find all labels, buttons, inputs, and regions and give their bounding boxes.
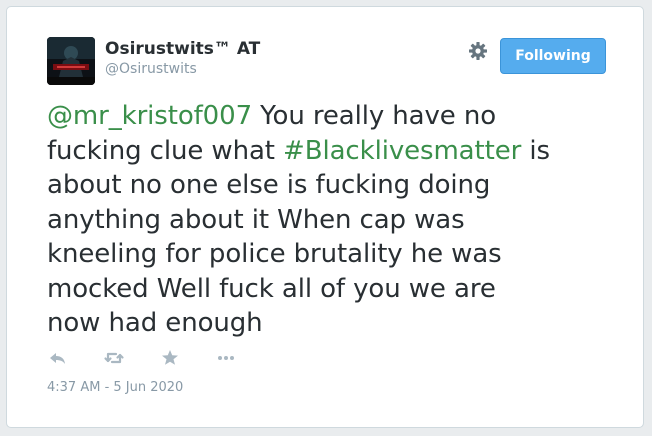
tweet-text-fragment: is [521,135,550,166]
tweet-line: anything about it When cap was [47,204,465,235]
more-icon[interactable] [215,347,237,369]
user-handle[interactable]: @Osirustwits [105,61,197,77]
tweet-text: @mr_kristof007 You really have no fuckin… [47,99,622,341]
tweet-line: mocked Well fuck all of you we are [47,273,496,304]
tweet-timestamp[interactable]: 4:37 AM - 5 Jun 2020 [47,380,183,395]
tweet-line: about no one else is fucking doing [47,170,491,200]
mention-link[interactable]: @mr_kristof007 [47,101,252,131]
following-button[interactable]: Following [500,38,606,74]
tweet-line: now had enough [47,308,263,338]
tweet-card: Osirustwits™ AT @Osirustwits Following @… [6,6,644,428]
favorite-icon[interactable] [159,347,181,369]
gear-icon[interactable] [468,41,488,61]
tweet-line: kneeling for police brutality he was [47,239,502,269]
avatar-image [47,37,95,85]
tweet-text-fragment: fucking clue what [47,135,284,166]
retweet-icon[interactable] [103,347,125,369]
hashtag-link[interactable]: #Blacklivesmatter [283,136,521,166]
tweet-text-fragment: You really have no [252,101,497,131]
tweet-line: fucking clue what #Blacklivesmatter is [47,134,622,169]
user-avatar[interactable] [47,37,95,85]
display-name[interactable]: Osirustwits™ AT [105,39,260,59]
reply-icon[interactable] [47,347,69,369]
tweet-line: @mr_kristof007 You really have no [47,99,622,134]
